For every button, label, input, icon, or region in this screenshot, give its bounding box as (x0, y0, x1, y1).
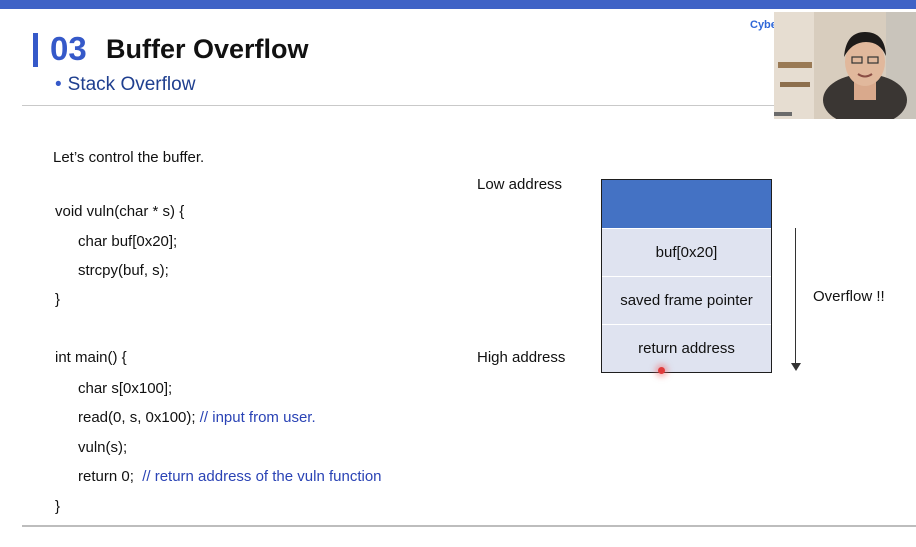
code-text: read(0, s, 0x100); (78, 409, 200, 426)
webcam-video (774, 12, 916, 119)
stack-cell-saved-frame-pointer: saved frame pointer (602, 276, 771, 324)
presenter-video-frame (774, 12, 916, 119)
code-text: char s[0x100]; (78, 380, 173, 397)
code-line: strcpy(buf, s); (78, 262, 169, 279)
code-line: return 0; // return address of the vuln … (78, 468, 382, 485)
code-text: return 0; (78, 468, 143, 485)
code-line: char s[0x100]; (78, 380, 172, 397)
brand-text: Cybe (750, 19, 777, 31)
code-text: vuln(s); (78, 439, 128, 456)
code-line: vuln(s); (78, 439, 127, 456)
code-line: char buf[0x20]; (78, 233, 177, 250)
code-line: read(0, s, 0x100); // input from user. (78, 409, 316, 426)
low-address-label: Low address (477, 176, 563, 193)
high-address-label: High address (477, 349, 566, 366)
subtitle-text: Stack Overflow (67, 74, 196, 95)
code-text: void vuln(char * s) { (55, 203, 185, 220)
laser-pointer-dot (658, 367, 665, 374)
stack-diagram: buf[0x20] saved frame pointer return add… (601, 179, 772, 373)
code-comment: // return address of the vuln function (142, 468, 382, 485)
code-line: } (55, 498, 60, 515)
bullet-icon: • (55, 74, 62, 95)
arrow-down-icon (791, 363, 801, 371)
code-text: int main() { (55, 349, 127, 366)
top-accent-bar (0, 0, 916, 9)
overflow-arrow (795, 228, 796, 364)
code-text: char buf[0x20]; (78, 233, 178, 250)
intro-text: Let’s control the buffer. (53, 149, 205, 166)
code-text: } (55, 498, 61, 515)
slide-subtitle: • Stack Overflow (55, 74, 195, 96)
code-line: } (55, 291, 60, 308)
bottom-divider (22, 525, 916, 527)
stack-cell-return-address: return address (602, 324, 771, 372)
slide-number: 03 (50, 30, 87, 67)
code-comment: // input from user. (199, 409, 316, 426)
title-accent-bar (33, 33, 38, 67)
stack-top-block (602, 180, 771, 228)
overflow-label: Overflow !! (813, 288, 885, 305)
slide-title: Buffer Overflow (106, 34, 309, 64)
code-text: } (55, 291, 61, 308)
stack-cell-buffer: buf[0x20] (602, 228, 771, 276)
code-line: int main() { (55, 349, 127, 366)
code-text: strcpy(buf, s); (78, 262, 169, 279)
code-line: void vuln(char * s) { (55, 203, 184, 220)
